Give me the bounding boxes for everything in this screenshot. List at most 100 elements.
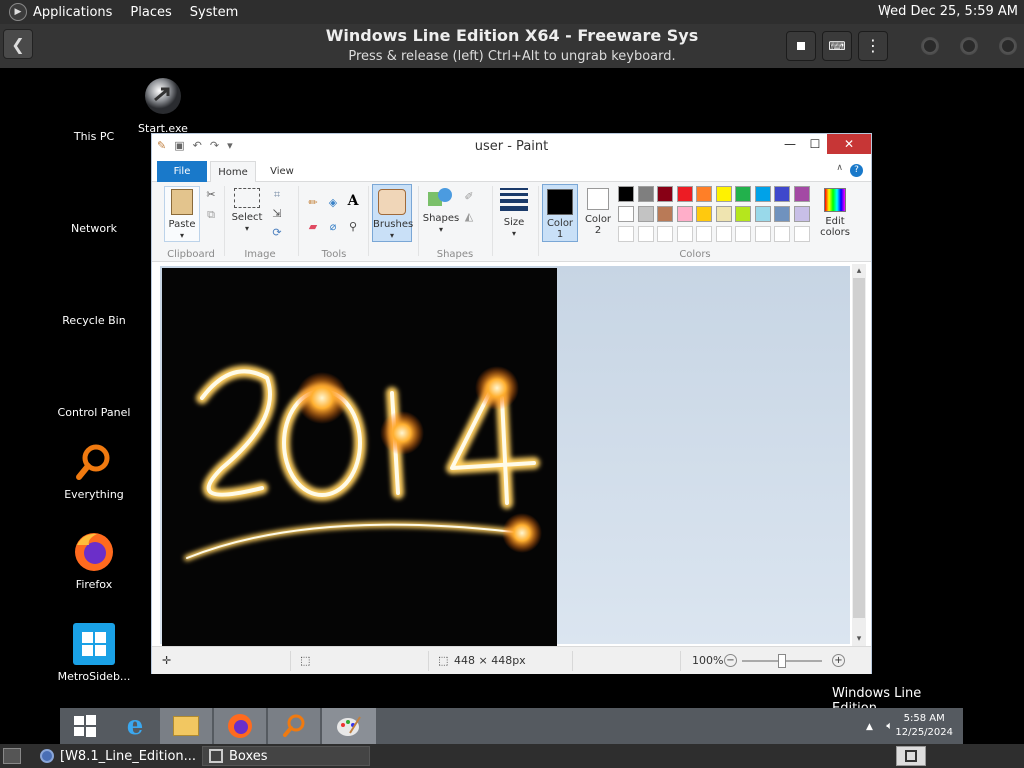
gnome-task-boxes[interactable]: Boxes bbox=[202, 746, 370, 766]
palette-swatch[interactable] bbox=[735, 186, 751, 202]
taskbar-firefox[interactable] bbox=[214, 708, 266, 744]
palette-swatch[interactable] bbox=[657, 226, 673, 242]
scroll-up-icon[interactable]: ▴ bbox=[852, 264, 866, 278]
properties-menu-button[interactable]: ⋮ bbox=[858, 31, 888, 61]
palette-swatch[interactable] bbox=[735, 206, 751, 222]
desktop-icon-start-exe[interactable]: Start.exe bbox=[123, 74, 203, 135]
taskbar-file-explorer[interactable] bbox=[160, 708, 212, 744]
menu-applications[interactable]: Applications bbox=[33, 5, 112, 20]
zoom-out-icon[interactable]: − bbox=[724, 654, 737, 667]
minimize-button[interactable]: — bbox=[775, 134, 805, 154]
menu-system[interactable]: System bbox=[190, 5, 238, 20]
volume-icon[interactable]: 🔈︎ bbox=[886, 719, 893, 732]
ribbon-collapse-icon[interactable]: ∧ bbox=[836, 163, 843, 173]
zoom-in-icon[interactable]: + bbox=[832, 654, 845, 667]
palette-swatch[interactable] bbox=[715, 206, 732, 222]
workspace-switcher-icon[interactable] bbox=[896, 746, 926, 766]
rotate-icon[interactable]: ⟳ bbox=[270, 226, 284, 240]
palette-swatch[interactable] bbox=[774, 186, 790, 202]
resize-icon[interactable]: ⇲ bbox=[270, 207, 284, 221]
maximize-circle-icon[interactable] bbox=[960, 37, 978, 55]
desktop-icon-everything[interactable]: Everything bbox=[54, 440, 134, 501]
palette-swatch[interactable] bbox=[754, 226, 771, 242]
desktop-icon-firefox[interactable]: Firefox bbox=[54, 530, 134, 591]
brushes-button[interactable]: Brushes ▾ bbox=[372, 184, 413, 242]
help-icon[interactable]: ? bbox=[850, 164, 863, 177]
palette-swatch[interactable] bbox=[637, 226, 654, 242]
edit-colors-button[interactable]: Edit colors bbox=[816, 188, 854, 238]
taskbar-clock[interactable]: 5:58 AM 12/25/2024 bbox=[895, 712, 953, 740]
palette-swatch[interactable] bbox=[715, 226, 732, 242]
start-button[interactable] bbox=[60, 708, 110, 744]
drawing-canvas[interactable] bbox=[162, 268, 557, 646]
minimize-circle-icon[interactable] bbox=[921, 37, 939, 55]
panel-clock[interactable]: Wed Dec 25, 5:59 AM bbox=[878, 4, 1018, 19]
paste-button[interactable]: Paste ▾ bbox=[164, 186, 200, 242]
tab-view[interactable]: View bbox=[259, 161, 305, 182]
palette-swatch[interactable] bbox=[754, 186, 771, 202]
pencil-icon[interactable]: ✏ bbox=[306, 196, 320, 210]
palette-swatch[interactable] bbox=[754, 206, 771, 222]
color2-button[interactable]: Color 2 bbox=[582, 188, 614, 236]
copy-icon[interactable]: ⧉ bbox=[204, 208, 218, 222]
palette-swatch[interactable] bbox=[676, 206, 693, 222]
zoom-slider-knob[interactable] bbox=[778, 654, 786, 668]
color1-button[interactable]: Color 1 bbox=[542, 184, 578, 242]
palette-swatch[interactable] bbox=[696, 186, 712, 202]
palette-swatch[interactable] bbox=[618, 226, 634, 242]
text-tool-icon[interactable]: A bbox=[346, 194, 360, 208]
close-circle-icon[interactable] bbox=[999, 37, 1017, 55]
scroll-down-icon[interactable]: ▾ bbox=[852, 632, 866, 646]
gnome-foot-icon[interactable]: ▶ bbox=[9, 3, 27, 21]
palette-swatch[interactable] bbox=[637, 206, 654, 222]
stop-button[interactable] bbox=[786, 31, 816, 61]
fill-icon[interactable]: ◭ bbox=[462, 210, 476, 224]
crop-icon[interactable]: ⌗ bbox=[270, 188, 284, 202]
shapes-button[interactable]: Shapes ▾ bbox=[422, 188, 460, 235]
palette-swatch[interactable] bbox=[774, 226, 790, 242]
zoom-slider[interactable] bbox=[742, 654, 822, 668]
select-button[interactable]: Select ▾ bbox=[230, 188, 264, 234]
palette-swatch[interactable] bbox=[637, 186, 654, 202]
close-button[interactable]: ✕ bbox=[827, 134, 871, 154]
palette-swatch[interactable] bbox=[696, 206, 712, 222]
maximize-button[interactable]: ☐ bbox=[805, 134, 825, 154]
keyboard-button[interactable]: ⌨ bbox=[822, 31, 852, 61]
desktop-icon-control-panel[interactable]: Control Panel bbox=[54, 358, 134, 419]
palette-swatch[interactable] bbox=[676, 186, 693, 202]
palette-swatch[interactable] bbox=[793, 186, 810, 202]
paint-titlebar[interactable]: ✎ ▣ ↶ ↷ ▾ user - Paint — ☐ ✕ bbox=[152, 134, 871, 160]
size-button[interactable]: Size ▾ bbox=[496, 188, 532, 239]
taskbar-paint[interactable] bbox=[322, 708, 376, 744]
desktop-icon-metro-sidebar[interactable]: MetroSideb... bbox=[54, 622, 134, 683]
palette-swatch[interactable] bbox=[735, 226, 751, 242]
palette-swatch[interactable] bbox=[676, 226, 693, 242]
palette-swatch[interactable] bbox=[657, 206, 673, 222]
gnome-task-w81[interactable]: [W8.1_Line_Edition... bbox=[34, 746, 198, 766]
palette-swatch[interactable] bbox=[618, 206, 634, 222]
palette-swatch[interactable] bbox=[696, 226, 712, 242]
vertical-scrollbar[interactable]: ▴ ▾ bbox=[852, 264, 866, 646]
eraser-icon[interactable]: ▰ bbox=[306, 220, 320, 234]
menu-places[interactable]: Places bbox=[130, 5, 171, 20]
show-desktop-icon[interactable] bbox=[3, 748, 21, 764]
tray-overflow-icon[interactable]: ▲ bbox=[866, 722, 873, 732]
desktop-icon-recycle-bin[interactable]: Recycle Bin bbox=[54, 266, 134, 327]
tab-file[interactable]: File bbox=[157, 161, 207, 182]
tab-home[interactable]: Home bbox=[210, 161, 256, 182]
cut-icon[interactable]: ✂ bbox=[204, 188, 218, 202]
palette-swatch[interactable] bbox=[618, 186, 634, 202]
desktop-icon-this-pc[interactable]: This PC bbox=[54, 82, 134, 143]
magnifier-icon[interactable]: ⚲ bbox=[346, 220, 360, 234]
palette-swatch[interactable] bbox=[715, 186, 732, 202]
desktop-icon-network[interactable]: Network bbox=[54, 174, 134, 235]
outline-icon[interactable]: ✐ bbox=[462, 190, 476, 204]
taskbar-internet-explorer[interactable]: e bbox=[110, 708, 160, 744]
palette-swatch[interactable] bbox=[793, 206, 810, 222]
scroll-thumb[interactable] bbox=[853, 278, 865, 618]
color-picker-icon[interactable]: ⌀ bbox=[326, 220, 340, 234]
taskbar-everything[interactable] bbox=[268, 708, 320, 744]
fill-bucket-icon[interactable]: ◈ bbox=[326, 196, 340, 210]
palette-swatch[interactable] bbox=[657, 186, 673, 202]
palette-swatch[interactable] bbox=[774, 206, 790, 222]
